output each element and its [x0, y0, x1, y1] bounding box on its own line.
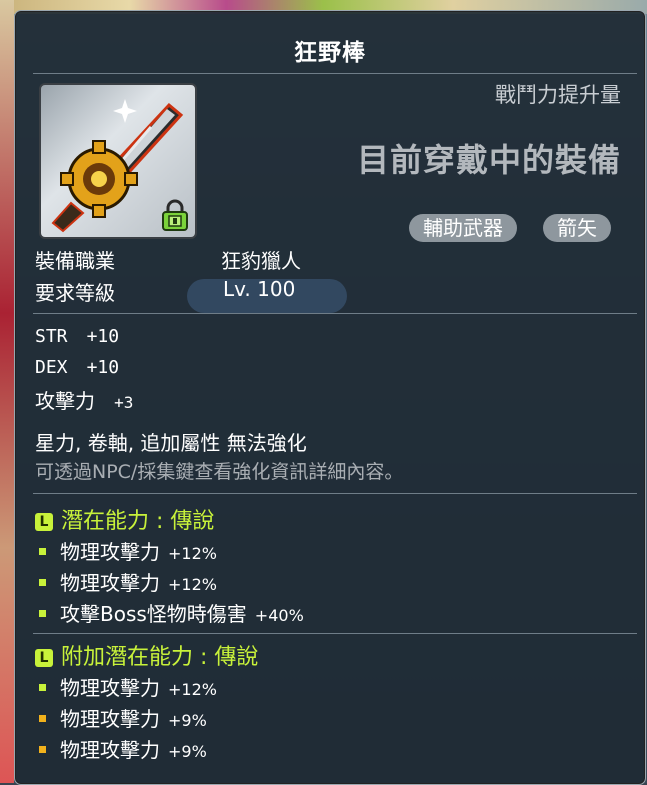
additional-potential-title: L 附加潛在能力 : 傳說: [35, 639, 258, 671]
job-label: 裝備職業: [35, 249, 115, 273]
combat-power-label: 戰鬥力提升量: [495, 83, 621, 107]
potential-line: 物理攻擊力 +12%: [39, 536, 217, 565]
divider: [33, 633, 637, 634]
item-tooltip: 狂野棒 戰鬥力提升量 目前穿戴中的裝備 輔助武器 箭矢 裝備職業 狂豹獵人 要求…: [14, 10, 646, 785]
item-title: 狂野棒: [294, 40, 366, 66]
equipped-text: 目前穿戴中的裝備: [356, 141, 621, 179]
job-value: 狂豹獵人: [221, 249, 301, 273]
level-row: 要求等級 Lv. 100: [35, 277, 295, 306]
legendary-icon: L: [35, 513, 53, 531]
enhance-note: 星力, 卷軸, 追加屬性 無法強化: [35, 431, 307, 455]
level-value: Lv. 100: [223, 277, 296, 301]
lock-icon: [162, 199, 188, 231]
item-icon-frame: [39, 83, 197, 239]
badge-arrow: 箭矢: [543, 214, 611, 242]
divider: [33, 313, 637, 314]
level-label: 要求等級: [35, 281, 115, 305]
job-row: 裝備職業 狂豹獵人: [35, 245, 301, 274]
divider: [33, 493, 637, 494]
badge-secondary-weapon: 輔助武器: [409, 214, 517, 242]
additional-potential-line: 物理攻擊力 +12%: [39, 672, 217, 701]
legendary-icon: L: [35, 649, 53, 667]
additional-potential-line: 物理攻擊力 +9%: [39, 703, 207, 732]
stat-str: STR +10: [35, 326, 120, 347]
background-left-edge: [0, 0, 14, 783]
divider: [33, 73, 637, 74]
stat-attack: 攻擊力 +3: [35, 389, 134, 413]
potential-line: 物理攻擊力 +12%: [39, 567, 217, 596]
potential-line: 攻擊Boss怪物時傷害 +40%: [39, 598, 304, 627]
additional-potential-line: 物理攻擊力 +9%: [39, 734, 207, 763]
potential-title: L 潛在能力 : 傳說: [35, 503, 214, 535]
stat-dex: DEX +10: [35, 357, 120, 378]
npc-note: 可透過NPC/採集鍵查看強化資訊詳細內容。: [35, 461, 404, 483]
